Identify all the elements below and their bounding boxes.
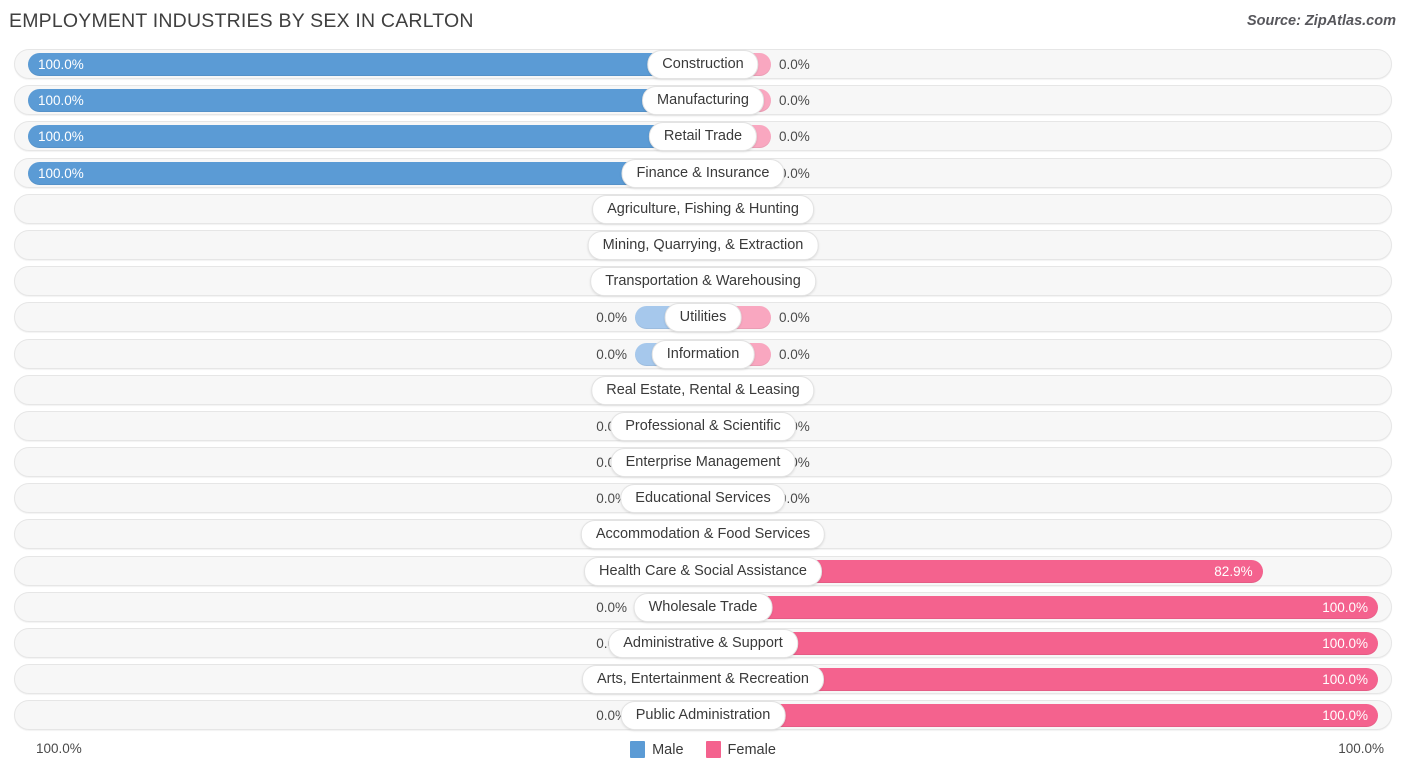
chart-row: 0.0% 100.0% Public Administration <box>0 697 1406 733</box>
female-value-label: 0.0% <box>779 57 810 72</box>
row-label: Professional & Scientific <box>610 411 796 441</box>
chart-footer: 100.0% Male Female 100.0% <box>0 732 1406 772</box>
chart-rows-container: 100.0% 0.0% Construction 100.0% 0.0% Manufact… <box>0 46 1406 732</box>
chart-row: 0.0%0.0%Professional & Scientific <box>0 408 1406 444</box>
chart-row: 0.0%0.0%Real Estate, Rental & Leasing <box>0 372 1406 408</box>
chart-legend: Male Female <box>0 741 1406 758</box>
row-label: Real Estate, Rental & Leasing <box>591 375 815 405</box>
chart-row: 17.1%82.9%Health Care & Social Assistanc… <box>0 553 1406 589</box>
row-label: Utilities <box>664 303 742 333</box>
row-label: Information <box>651 339 755 369</box>
male-bar[interactable] <box>28 89 703 113</box>
row-label: Manufacturing <box>642 86 764 116</box>
legend-item[interactable]: Female <box>705 741 776 758</box>
chart-header: EMPLOYMENT INDUSTRIES BY SEX IN CARLTON … <box>0 0 1406 46</box>
female-value-label: 0.0% <box>779 346 810 362</box>
female-value-label: 0.0% <box>779 93 810 109</box>
chart-row: 0.0%100.0%Administrative & Support <box>0 625 1406 661</box>
chart-row: 0.0% 0.0% Information <box>0 336 1406 372</box>
chart-row: 0.0%0.0%Enterprise Management <box>0 444 1406 480</box>
legend-swatch-female-icon <box>705 741 721 758</box>
axis-label-right: 100.0% <box>1338 741 1384 756</box>
row-label: Retail Trade <box>648 122 758 152</box>
row-label: Finance & Insurance <box>621 158 785 188</box>
row-label: Health Care & Social Assistance <box>584 556 822 586</box>
source-attribution: Source: ZipAtlas.com <box>1246 13 1396 29</box>
female-value-label: 0.0% <box>779 129 810 145</box>
female-value-label: 100.0% <box>1322 599 1368 615</box>
chart-row: 100.0% 0.0% Manufacturing <box>0 82 1406 118</box>
female-bar[interactable] <box>703 704 1378 728</box>
male-value-label: 100.0% <box>38 165 84 181</box>
chart-row: 0.0% 0.0% Educational Services <box>0 480 1406 516</box>
legend-swatch-male-icon <box>630 741 646 758</box>
chart-row: 100.0% 0.0% Construction <box>0 46 1406 82</box>
male-value-label: 0.0% <box>596 346 627 362</box>
female-value-label: 0.0% <box>779 310 810 326</box>
row-label: Public Administration <box>620 701 786 731</box>
male-value-label: 100.0% <box>38 57 84 72</box>
chart-row: 0.0% 100.0% Wholesale Trade <box>0 589 1406 625</box>
row-label: Wholesale Trade <box>633 592 773 622</box>
chart-row: 0.0% 0.0% Utilities <box>0 299 1406 335</box>
female-value-label: 82.9% <box>1214 563 1253 579</box>
female-bar[interactable] <box>703 595 1378 619</box>
male-value-label: 100.0% <box>38 93 84 109</box>
female-value-label: 100.0% <box>1322 636 1368 651</box>
chart-row: 100.0% 0.0% Retail Trade <box>0 118 1406 154</box>
female-value-label: 100.0% <box>1322 708 1368 724</box>
male-value-label: 0.0% <box>596 310 627 326</box>
row-label: Arts, Entertainment & Recreation <box>582 665 824 695</box>
row-label: Transportation & Warehousing <box>590 267 816 297</box>
chart-row: 0.0%0.0%Transportation & Warehousing <box>0 263 1406 299</box>
row-label: Agriculture, Fishing & Hunting <box>592 194 814 224</box>
female-value-label: 100.0% <box>1322 672 1368 688</box>
female-bar[interactable] <box>703 632 1378 655</box>
chart-row: 100.0% 0.0% Finance & Insurance <box>0 155 1406 191</box>
male-bar[interactable] <box>28 161 703 185</box>
chart-row: 0.0%100.0%Arts, Entertainment & Recreati… <box>0 661 1406 697</box>
chart-row: 0.0%0.0%Mining, Quarrying, & Extraction <box>0 227 1406 263</box>
legend-label: Female <box>727 741 776 758</box>
chart-row: 0.0%0.0%Accommodation & Food Services <box>0 516 1406 552</box>
chart-row: 0.0%0.0%Agriculture, Fishing & Hunting <box>0 191 1406 227</box>
row-label: Enterprise Management <box>610 448 796 478</box>
male-value-label: 0.0% <box>596 599 627 615</box>
male-value-label: 100.0% <box>38 129 84 145</box>
row-label: Administrative & Support <box>608 629 798 658</box>
page-title: EMPLOYMENT INDUSTRIES BY SEX IN CARLTON <box>9 10 474 32</box>
row-label: Educational Services <box>620 484 786 514</box>
row-label: Accommodation & Food Services <box>580 520 826 550</box>
male-bar[interactable] <box>28 125 703 149</box>
row-label: Mining, Quarrying, & Extraction <box>587 230 819 260</box>
row-label: Construction <box>647 50 759 79</box>
male-bar[interactable] <box>28 53 703 76</box>
legend-label: Male <box>652 741 684 758</box>
legend-item[interactable]: Male <box>630 741 684 758</box>
